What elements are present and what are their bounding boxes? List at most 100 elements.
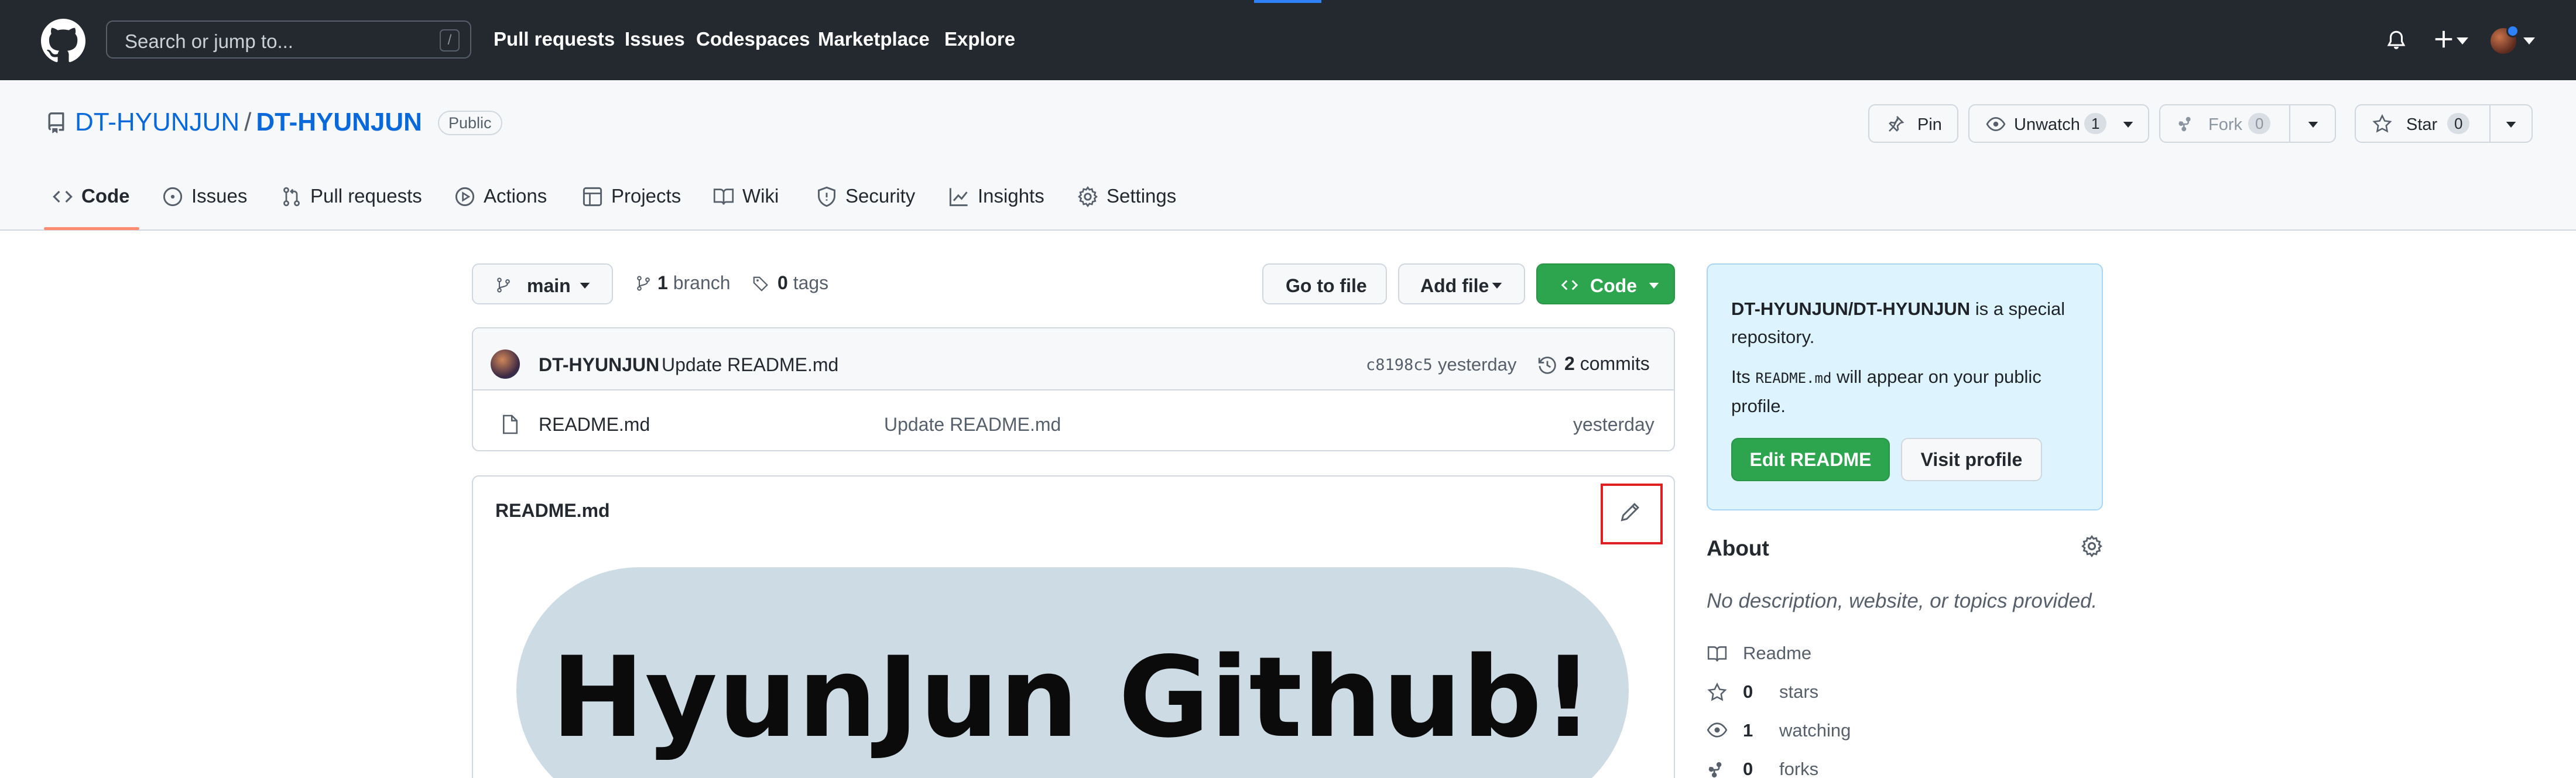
star-caret-icon[interactable]: [2506, 122, 2516, 128]
unwatch-button[interactable]: Unwatch 1: [1968, 104, 2149, 143]
edit-readme-button[interactable]: Edit README: [1731, 438, 1890, 481]
visibility-badge: Public: [438, 111, 502, 135]
nav-codespaces[interactable]: Codespaces: [696, 28, 810, 50]
branch-count-word: branch: [673, 272, 731, 293]
tab-pull-requests-label: Pull requests: [310, 185, 422, 207]
gear-icon[interactable]: [2081, 535, 2103, 557]
search-input[interactable]: Search or jump to... /: [106, 20, 471, 59]
eye-icon: [1707, 722, 1728, 738]
profile-readme-its: Its: [1731, 366, 1756, 387]
visit-profile-button[interactable]: Visit profile: [1901, 438, 2042, 481]
code-icon: [53, 190, 73, 203]
nav-marketplace[interactable]: Marketplace: [818, 28, 930, 50]
unwatch-caret-icon: [2123, 122, 2133, 128]
git-branch-icon: [497, 277, 510, 293]
readme-title: README.md: [495, 500, 610, 521]
about-readme-label: Readme: [1743, 643, 1812, 663]
tag-count-word: tags: [793, 272, 829, 293]
pin-label: Pin: [1917, 115, 1942, 134]
file-name-link[interactable]: README.md: [539, 414, 650, 436]
search-placeholder: Search or jump to...: [125, 30, 293, 52]
tag-count-number: 0: [777, 272, 788, 293]
readme-banner-text: HyunJun Github!: [551, 633, 1594, 762]
repo-owner-link[interactable]: DT-HYUNJUN: [75, 108, 239, 136]
pencil-icon[interactable]: [1619, 502, 1640, 523]
star-count: 0: [2447, 113, 2470, 134]
tab-settings-label: Settings: [1107, 185, 1177, 207]
book-icon: [1707, 646, 1727, 662]
tab-wiki-label: Wiki: [742, 185, 779, 207]
repo-forked-icon: [2178, 116, 2191, 132]
git-branch-icon: [637, 276, 650, 291]
about-watching-count: 1: [1743, 720, 1753, 741]
table-icon: [583, 187, 602, 207]
nav-issues[interactable]: Issues: [625, 28, 685, 50]
shield-icon: [818, 186, 835, 207]
file-icon: [503, 414, 518, 434]
tab-insights-label: Insights: [978, 185, 1044, 207]
commit-sha-link[interactable]: c8198c5: [1366, 356, 1433, 374]
user-menu-caret-icon[interactable]: [2523, 37, 2535, 44]
about-forks-count: 0: [1743, 759, 1753, 778]
add-file-button[interactable]: Add file: [1398, 263, 1525, 304]
code-button-label: Code: [1590, 275, 1637, 296]
unwatch-label: Unwatch: [2014, 115, 2080, 134]
repo-path-separator: /: [244, 108, 252, 136]
repo-name-link[interactable]: DT-HYUNJUN: [256, 108, 422, 136]
about-heading: About: [1707, 536, 1769, 560]
star-button[interactable]: Star 0: [2355, 104, 2533, 143]
about-watching-word: watching: [1779, 720, 1851, 741]
branch-count-number: 1: [657, 272, 668, 293]
repo-forked-icon: [1708, 762, 1722, 778]
about-stars-count: 0: [1743, 681, 1753, 702]
fork-divider: [2289, 105, 2290, 142]
commit-author-link[interactable]: DT-HYUNJUN: [539, 354, 659, 376]
tab-actions-label: Actions: [484, 185, 547, 207]
issue-opened-icon: [163, 187, 183, 207]
selected-tab-indicator: [44, 227, 139, 230]
latest-commit-box: DT-HYUNJUN Update README.md c8198c5 yest…: [472, 327, 1675, 451]
profile-readme-message: Its README.md will appear on your public…: [1731, 363, 2088, 420]
create-new-plus-icon[interactable]: [2433, 28, 2455, 50]
avatar-status-dot: [2506, 25, 2519, 37]
pin-button[interactable]: Pin: [1868, 104, 1958, 143]
nav-explore[interactable]: Explore: [944, 28, 1015, 50]
go-to-file-button[interactable]: Go to file: [1262, 263, 1387, 304]
fork-button[interactable]: Fork 0: [2159, 104, 2336, 143]
commit-message-link[interactable]: Update README.md: [662, 354, 838, 376]
global-header: Search or jump to... / Pull requests Iss…: [0, 0, 2576, 80]
search-shortcut-key: /: [440, 29, 460, 52]
repository-header: [0, 80, 2576, 231]
special-repo-path: DT-HYUNJUN/DT-HYUNJUN: [1731, 299, 1971, 319]
code-icon: [1561, 280, 1578, 290]
github-logo-icon[interactable]: [41, 19, 85, 63]
commit-count-word: commits: [1580, 353, 1650, 374]
notifications-bell-icon[interactable]: [2385, 29, 2407, 52]
add-file-label: Add file: [1420, 275, 1489, 296]
file-row: README.md Update README.md yesterday: [473, 392, 1674, 450]
pin-icon: [1889, 116, 1904, 132]
repo-title: DT-HYUNJUN / DT-HYUNJUN: [75, 108, 422, 137]
file-commit-message-link[interactable]: Update README.md: [884, 414, 1061, 436]
profile-readme-filename: README.md: [1755, 370, 1832, 386]
code-caret-icon: [1649, 283, 1659, 289]
code-button[interactable]: Code: [1536, 263, 1675, 304]
readme-banner-image: HyunJun Github!: [516, 567, 1629, 778]
star-divider: [2489, 105, 2491, 142]
eye-icon: [1986, 116, 2006, 132]
star-icon: [2372, 114, 2392, 133]
file-commit-time: yesterday: [1573, 414, 1654, 435]
special-repo-message: DT-HYUNJUN/DT-HYUNJUN is a special repos…: [1731, 295, 2088, 351]
fork-caret-icon[interactable]: [2308, 122, 2318, 128]
tab-issues-label: Issues: [191, 185, 248, 207]
play-icon: [455, 187, 475, 207]
repo-icon: [46, 111, 67, 135]
commit-author-avatar[interactable]: [491, 349, 520, 379]
fork-label: Fork: [2208, 115, 2242, 134]
branch-select-button[interactable]: main: [472, 263, 613, 304]
about-forks-word: forks: [1779, 759, 1819, 778]
tab-projects-label: Projects: [611, 185, 681, 207]
create-new-caret-icon[interactable]: [2457, 37, 2468, 44]
watch-count: 1: [2084, 113, 2107, 134]
nav-pull-requests[interactable]: Pull requests: [494, 28, 615, 50]
